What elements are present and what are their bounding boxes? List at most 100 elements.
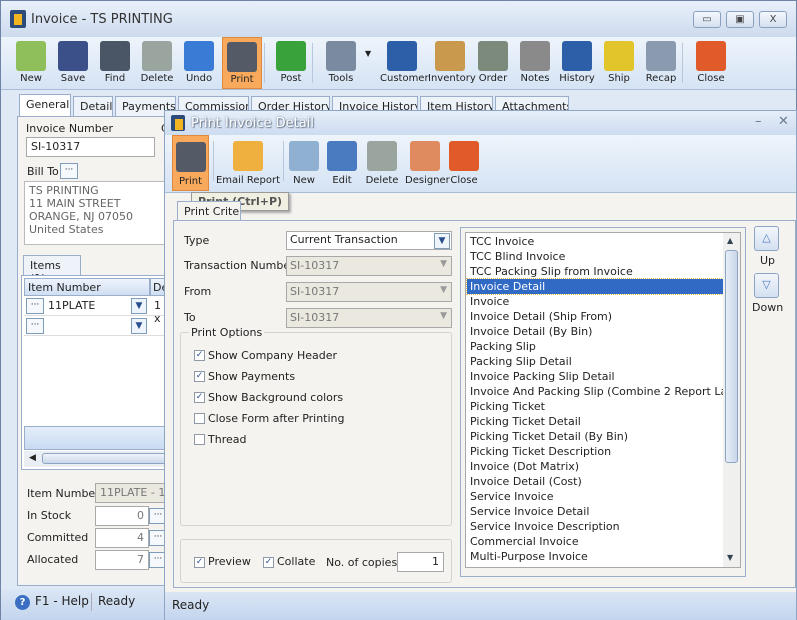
preview-checkbox[interactable]: ✓ (194, 557, 205, 568)
list-item[interactable]: Service Invoice Detail (467, 504, 723, 519)
scroll-thumb[interactable] (42, 453, 170, 464)
scroll-up-icon[interactable]: ▲ (727, 236, 733, 245)
tools-dropdown-icon[interactable]: ▼ (365, 49, 371, 58)
list-item[interactable]: Invoice (Dot Matrix) (467, 459, 723, 474)
list-item[interactable]: Service Invoice (467, 489, 723, 504)
undo-arrow-icon (184, 41, 214, 71)
dialog-toolbar-delete-button[interactable]: Delete (365, 135, 399, 191)
list-item[interactable]: Picking Ticket (467, 399, 723, 414)
close-window-button[interactable]: X (759, 11, 787, 28)
dialog-toolbar-email-report-button[interactable]: Email Report (215, 135, 281, 191)
copies-input[interactable]: 1 (397, 552, 444, 572)
preview-label: Preview (208, 555, 251, 568)
list-item[interactable]: Invoice Detail (466, 278, 724, 295)
option-show-background-colors-checkbox[interactable]: ✓ (194, 392, 205, 403)
toolbar-recap-button[interactable]: Recap (641, 37, 681, 89)
item-lookup-button[interactable]: ··· (26, 318, 44, 334)
toolbar-history-button[interactable]: History (557, 37, 597, 89)
toolbar-save-button[interactable]: Save (53, 37, 93, 89)
help-text[interactable]: F1 - Help (35, 594, 89, 608)
list-item[interactable]: Packing Slip (467, 339, 723, 354)
list-item[interactable]: Picking Ticket Detail (467, 414, 723, 429)
list-item[interactable]: Multi-Purpose Service Type (467, 564, 723, 567)
toolbar-delete-button[interactable]: Delete (137, 37, 177, 89)
toolbar-new-button[interactable]: New (11, 37, 51, 89)
list-item[interactable]: Invoice Detail (By Bin) (467, 324, 723, 339)
toolbar-print-button[interactable]: Print (222, 37, 262, 89)
tab-detail[interactable]: Detail (73, 96, 113, 116)
items-tab[interactable]: Items (1) (23, 255, 81, 285)
bill-to-address[interactable]: TS PRINTING 11 MAIN STREET ORANGE, NJ 07… (24, 181, 168, 245)
transaction-number-label: Transaction Number (184, 259, 295, 272)
tab-general[interactable]: General (19, 94, 71, 116)
print-settings-group: ✓ Preview ✓ Collate No. of copies 1 (180, 539, 452, 583)
scroll-down-icon[interactable]: ▼ (727, 553, 733, 562)
type-select[interactable]: Current Transaction ▼ (286, 231, 452, 250)
bill-to-lookup-button[interactable]: ··· (60, 163, 78, 179)
list-item[interactable]: Picking Ticket Description (467, 444, 723, 459)
horizontal-scrollbar[interactable]: ◀ (24, 451, 170, 467)
maximize-button[interactable]: ▣ (726, 11, 754, 28)
dialog-toolbar-close-button[interactable]: Close (447, 135, 481, 191)
dialog-toolbar-print-button[interactable]: Print (172, 135, 209, 191)
list-item[interactable]: Invoice Packing Slip Detail (467, 369, 723, 384)
dialog-toolbar-edit-button[interactable]: Edit (325, 135, 359, 191)
toolbar-close-button[interactable]: Close (691, 37, 731, 89)
list-item[interactable]: TCC Invoice (467, 234, 723, 249)
option-show-payments-checkbox[interactable]: ✓ (194, 371, 205, 382)
move-down-button[interactable]: ▽ (754, 273, 779, 298)
toolbar-order-button[interactable]: Order (473, 37, 513, 89)
grid-header-item-number[interactable]: Item Number (24, 278, 150, 296)
from-label: From (184, 285, 212, 298)
chevron-down-icon[interactable]: ▼ (131, 318, 147, 334)
post-check-icon (276, 41, 306, 71)
toolbar-ship-button[interactable]: Ship (599, 37, 639, 89)
list-item[interactable]: Invoice Detail (Cost) (467, 474, 723, 489)
toolbar-label: Post (280, 73, 302, 84)
move-up-button[interactable]: △ (754, 226, 779, 251)
item-lookup-button[interactable]: ··· (26, 298, 44, 314)
list-item[interactable]: Picking Ticket Detail (By Bin) (467, 429, 723, 444)
list-item[interactable]: Invoice Detail (Ship From) (467, 309, 723, 324)
toolbar-inventory-button[interactable]: Inventory (428, 37, 476, 89)
dialog-close-button[interactable]: ✕ (778, 114, 789, 129)
dialog-toolbar-new-button[interactable]: New (287, 135, 321, 191)
option-thread-checkbox[interactable] (194, 434, 205, 445)
toolbar-tools-button[interactable]: Tools (321, 37, 361, 89)
toolbar-label: Close (697, 73, 725, 84)
table-row[interactable]: ··· ▼ (24, 316, 170, 336)
toolbar-post-button[interactable]: Post (271, 37, 311, 89)
list-item[interactable]: Multi-Purpose Invoice (467, 549, 723, 564)
table-row[interactable]: ··· 11PLATE ▼ 1 x (24, 296, 170, 325)
scroll-thumb[interactable] (725, 250, 738, 463)
scroll-left-icon[interactable]: ◀ (29, 453, 36, 463)
option-show-company-header-checkbox[interactable]: ✓ (194, 350, 205, 361)
toolbar-find-button[interactable]: Find (95, 37, 135, 89)
toolbar-customer-button[interactable]: Customer (380, 37, 429, 89)
main-toolbar: New Save Find Delete Undo Print Post Tools Custo… (1, 37, 796, 90)
invoice-number-input[interactable]: SI-10317 (26, 137, 155, 157)
list-item[interactable]: TCC Blind Invoice (467, 249, 723, 264)
chevron-down-icon[interactable]: ▼ (131, 298, 147, 314)
dialog-minimize-button[interactable]: – (755, 114, 762, 129)
help-icon[interactable]: ? (15, 595, 30, 610)
tab-print-criteria[interactable]: Print Criteria (177, 201, 241, 221)
list-item[interactable]: Packing Slip Detail (467, 354, 723, 369)
list-item[interactable]: Invoice And Packing Slip (Combine 2 Repo… (467, 384, 740, 399)
toolbar-notes-button[interactable]: Notes (515, 37, 555, 89)
from-value: SI-10317 (290, 285, 340, 298)
list-item[interactable]: Service Invoice Description (467, 519, 723, 534)
dialog-toolbar-designer-button[interactable]: Designer (405, 135, 450, 191)
address-line: 11 MAIN STREET (29, 197, 121, 210)
list-item[interactable]: TCC Packing Slip from Invoice (467, 264, 723, 279)
toolbar-undo-button[interactable]: Undo (179, 37, 219, 89)
committed-field: 4 (95, 528, 149, 548)
option-close-form-after-printing-checkbox[interactable] (194, 413, 205, 424)
collate-checkbox[interactable]: ✓ (263, 557, 274, 568)
list-item[interactable]: Invoice (467, 294, 723, 309)
report-list[interactable]: TCC Invoice TCC Blind Invoice TCC Packing … (465, 232, 741, 568)
minimize-button[interactable]: ▭ (693, 11, 721, 28)
chevron-down-icon[interactable]: ▼ (434, 233, 450, 249)
vertical-scrollbar[interactable]: ▲ ▼ (723, 233, 740, 567)
list-item[interactable]: Commercial Invoice (467, 534, 723, 549)
